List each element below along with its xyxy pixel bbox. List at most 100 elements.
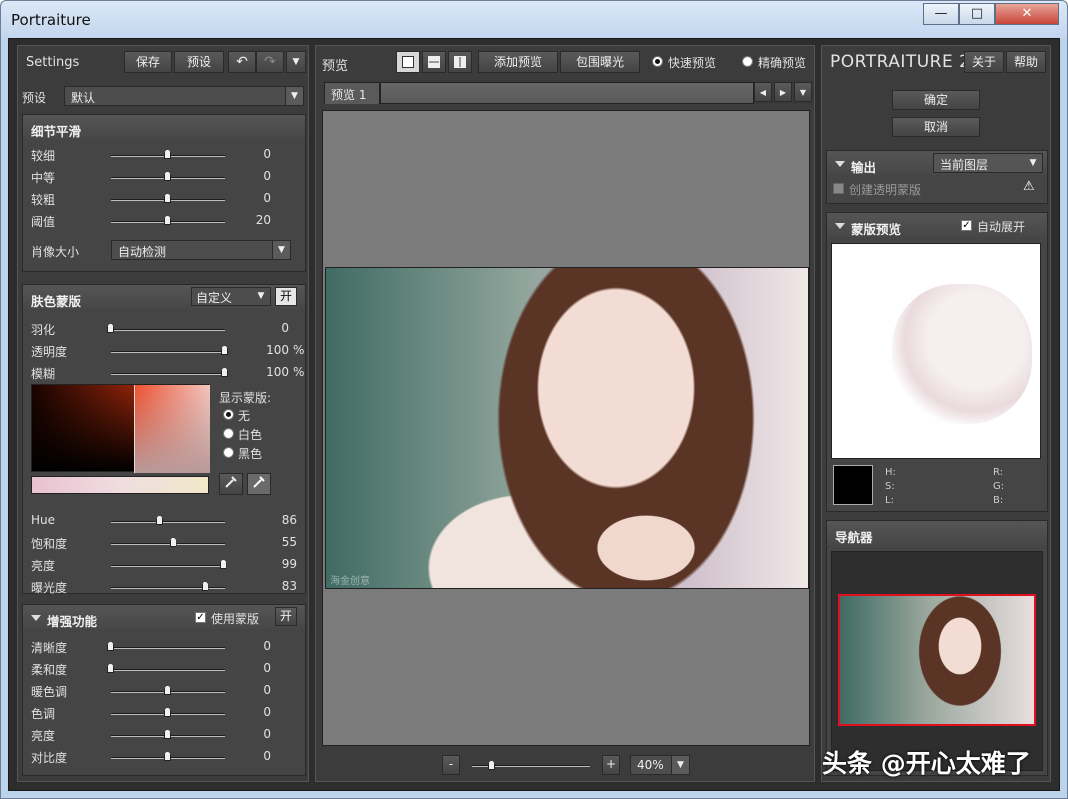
color-picker-field[interactable] (31, 384, 210, 473)
navigator-view[interactable] (831, 551, 1043, 771)
tab-bar: 预览 1 ◀ ▶ ▼ (324, 80, 814, 104)
minimize-button[interactable]: — (923, 3, 959, 25)
ok-button[interactable]: 确定 (892, 90, 980, 110)
use-mask-checkbox[interactable]: ✓ (195, 612, 206, 623)
collapse-arrow-icon[interactable] (835, 223, 845, 229)
close-button[interactable]: ✕ (995, 3, 1059, 25)
fast-preview-label: 快速预览 (668, 56, 717, 70)
about-button[interactable]: 关于 (964, 51, 1004, 73)
save-button[interactable]: 保存 (124, 51, 172, 73)
zoom-out-button[interactable]: - (442, 755, 460, 775)
redo-icon[interactable]: ↷ (256, 51, 284, 73)
output-select[interactable]: 当前图层 ▼ (933, 153, 1043, 173)
slider-thumb[interactable] (164, 171, 171, 181)
cancel-button[interactable]: 取消 (892, 117, 980, 137)
skin-mode-select[interactable]: 自定义 ▼ (191, 287, 271, 306)
slider-track[interactable] (111, 373, 225, 375)
single-view-icon[interactable] (396, 51, 420, 73)
mask-none-radio[interactable] (223, 409, 234, 420)
precise-preview-radio[interactable] (742, 56, 753, 67)
show-mask-label: 显示蒙版: (219, 391, 272, 405)
s-label: S: (885, 481, 895, 492)
slider-thumb[interactable] (164, 729, 171, 739)
precise-preview-label: 精确预览 (758, 56, 807, 70)
chevron-down-icon: ▼ (1029, 158, 1037, 168)
slider-thumb[interactable] (164, 751, 171, 761)
zoom-slider-thumb[interactable] (488, 760, 495, 770)
mask-black-label: 黑色 (238, 447, 263, 461)
slider-track[interactable] (111, 543, 225, 545)
preview-canvas[interactable]: 海金创意 (322, 110, 810, 746)
portrait-size-value: 自动检测 (118, 245, 167, 259)
bracket-exposure-button[interactable]: 包围曝光 (560, 51, 640, 73)
zoom-in-button[interactable]: + (602, 755, 620, 775)
slider-thumb[interactable] (107, 663, 114, 673)
eyedropper-add-icon[interactable] (247, 473, 271, 495)
slider-label: 透明度 (31, 345, 68, 359)
undo-icon[interactable]: ↶ (228, 51, 256, 73)
slider-thumb[interactable] (201, 581, 209, 591)
help-button[interactable]: 帮助 (1006, 51, 1046, 73)
slider-thumb[interactable] (164, 149, 171, 159)
mask-black-radio[interactable] (223, 447, 234, 458)
slider-label: 色调 (31, 707, 56, 721)
maximize-button[interactable]: □ (959, 3, 995, 25)
portrait-size-select[interactable]: 自动检测 ▼ (111, 240, 291, 260)
slider-label: 较细 (31, 149, 56, 163)
tab-next-icon[interactable]: ▶ (774, 82, 792, 102)
preset-select[interactable]: 默认 ▼ (64, 86, 304, 106)
slider-thumb[interactable] (164, 685, 171, 695)
preset-button[interactable]: 预设 (174, 51, 224, 73)
slider-thumb[interactable] (221, 367, 228, 377)
slider-thumb[interactable] (164, 707, 171, 717)
detail-smoothing-title: 细节平滑 (23, 115, 305, 139)
slider-track[interactable] (111, 521, 225, 523)
slider-label: Hue (31, 513, 56, 527)
slider-track[interactable] (111, 647, 225, 649)
zoom-select[interactable]: 40% ▼ (630, 755, 690, 775)
chevron-down-icon: ▼ (671, 756, 689, 774)
transparent-mask-checkbox[interactable] (833, 183, 844, 194)
slider-label: 柔和度 (31, 663, 68, 677)
use-mask-label: 使用蒙版 (211, 612, 260, 626)
settings-menu-icon[interactable]: ▼ (286, 51, 306, 73)
slider-value: 0 (263, 683, 271, 697)
navigator-viewport[interactable] (838, 594, 1036, 726)
slider-label: 清晰度 (31, 641, 68, 655)
slider-track[interactable] (111, 329, 225, 331)
split-horizontal-icon[interactable] (422, 51, 446, 73)
slider-thumb[interactable] (107, 323, 114, 333)
slider-track[interactable] (111, 565, 225, 567)
chevron-down-icon: ▼ (272, 241, 290, 259)
slider-thumb[interactable] (219, 559, 227, 569)
skin-mask-toggle[interactable]: 开 (275, 287, 297, 306)
tab-menu-icon[interactable]: ▼ (794, 82, 812, 102)
slider-thumb[interactable] (169, 537, 177, 547)
add-preview-button[interactable]: 添加预览 (478, 51, 558, 73)
eyedropper-icon[interactable] (219, 473, 243, 495)
slider-track[interactable] (111, 351, 225, 353)
slider-thumb[interactable] (107, 641, 114, 651)
slider-value: 99 (281, 557, 297, 571)
tab-preview-1[interactable]: 预览 1 (324, 82, 380, 104)
tab-prev-icon[interactable]: ◀ (754, 82, 772, 102)
split-vertical-icon[interactable] (448, 51, 472, 73)
credit-watermark: 头条 @开心太难了 (822, 749, 1031, 778)
fast-preview-radio[interactable] (652, 56, 663, 67)
slider-thumb[interactable] (221, 345, 228, 355)
collapse-arrow-icon[interactable] (835, 161, 845, 167)
slider-label: 对比度 (31, 751, 68, 765)
mask-white-radio[interactable] (223, 428, 234, 439)
settings-panel: Settings 保存 预设 ↶ ↷ ▼ 预设 默认 ▼ 细节平滑 肖像大小 自… (17, 45, 309, 782)
collapse-arrow-icon[interactable] (31, 615, 41, 621)
slider-thumb[interactable] (164, 215, 171, 225)
slider-value: 86 (281, 513, 297, 527)
enhance-toggle[interactable]: 开 (275, 607, 297, 626)
auto-expand-checkbox[interactable]: ✓ (961, 220, 972, 231)
slider-track[interactable] (111, 669, 225, 671)
slider-label: 饱和度 (31, 537, 68, 551)
slider-value: 0 (263, 639, 271, 653)
slider-thumb[interactable] (164, 193, 171, 203)
slider-thumb[interactable] (156, 515, 164, 525)
hue-strip[interactable] (31, 476, 209, 494)
